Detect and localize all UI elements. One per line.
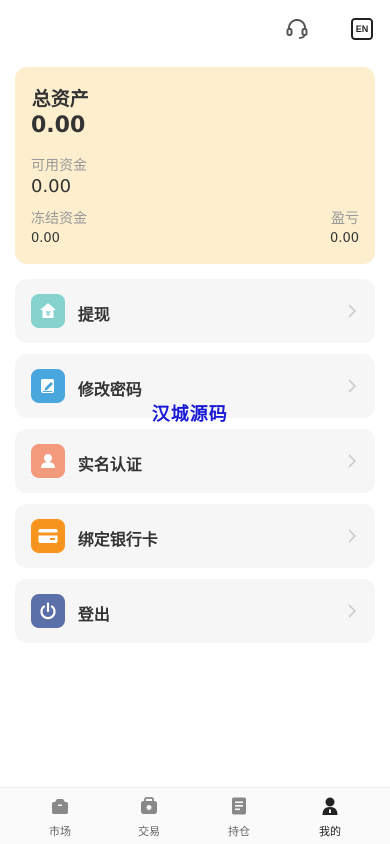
chevron-right-icon (348, 604, 357, 618)
tab-profile[interactable]: 我的 (300, 795, 360, 841)
menu-item-label: 登出 (78, 605, 111, 624)
total-assets-value: 0.00 (31, 113, 86, 138)
menu-item-withdraw[interactable]: ¥ 提现 (15, 279, 375, 343)
menu-item-label: 修改密码 (78, 380, 143, 399)
available-funds-label: 可用资金 (31, 158, 87, 174)
my-account-page: EN 总资产 0.00 可用资金 0.00 冻结资金 0.00 盈亏 0.00 … (0, 0, 390, 844)
menu-item-label: 实名认证 (78, 455, 143, 474)
bottom-tab-bar: 市场 交易 持仓 我的 (0, 787, 390, 844)
tab-market[interactable]: 市场 (30, 795, 90, 841)
headset-icon[interactable] (284, 16, 310, 42)
market-icon (50, 795, 70, 817)
chevron-right-icon (348, 379, 357, 393)
frozen-funds-label: 冻结资金 (31, 211, 87, 227)
menu-item-label: 绑定银行卡 (78, 530, 159, 549)
profit-loss-value: 0.00 (330, 231, 359, 246)
tab-holdings[interactable]: 持仓 (209, 795, 269, 841)
profit-loss-label: 盈亏 (331, 211, 359, 227)
menu-item-bind-bank-card[interactable]: 绑定银行卡 (15, 504, 375, 568)
power-icon (31, 594, 65, 628)
chevron-right-icon (348, 454, 357, 468)
chevron-right-icon (348, 304, 357, 318)
menu-item-label: 提现 (78, 305, 111, 324)
total-assets-card: 总资产 0.00 可用资金 0.00 冻结资金 0.00 盈亏 0.00 (15, 67, 375, 264)
tab-label: 交易 (138, 825, 160, 838)
holdings-icon (229, 795, 249, 817)
menu-item-logout[interactable]: 登出 (15, 579, 375, 643)
withdraw-icon: ¥ (31, 294, 65, 328)
watermark-text: 汉城源码 (152, 404, 228, 425)
tab-trade[interactable]: 交易 (119, 795, 179, 841)
top-bar: EN (0, 14, 390, 46)
menu-item-real-name-verification[interactable]: 实名认证 (15, 429, 375, 493)
svg-text:¥: ¥ (46, 310, 51, 318)
chevron-right-icon (348, 529, 357, 543)
total-assets-title: 总资产 (32, 88, 90, 110)
user-verify-icon (31, 444, 65, 478)
language-switch-button[interactable]: EN (351, 18, 373, 40)
tab-label: 市场 (49, 825, 71, 838)
tab-label: 持仓 (228, 825, 250, 838)
edit-password-icon (31, 369, 65, 403)
available-funds-value: 0.00 (31, 176, 72, 197)
bank-card-icon (31, 519, 65, 553)
trade-icon (139, 795, 159, 817)
tab-label: 我的 (319, 825, 341, 838)
frozen-funds-value: 0.00 (31, 231, 60, 246)
profile-icon (320, 795, 340, 817)
